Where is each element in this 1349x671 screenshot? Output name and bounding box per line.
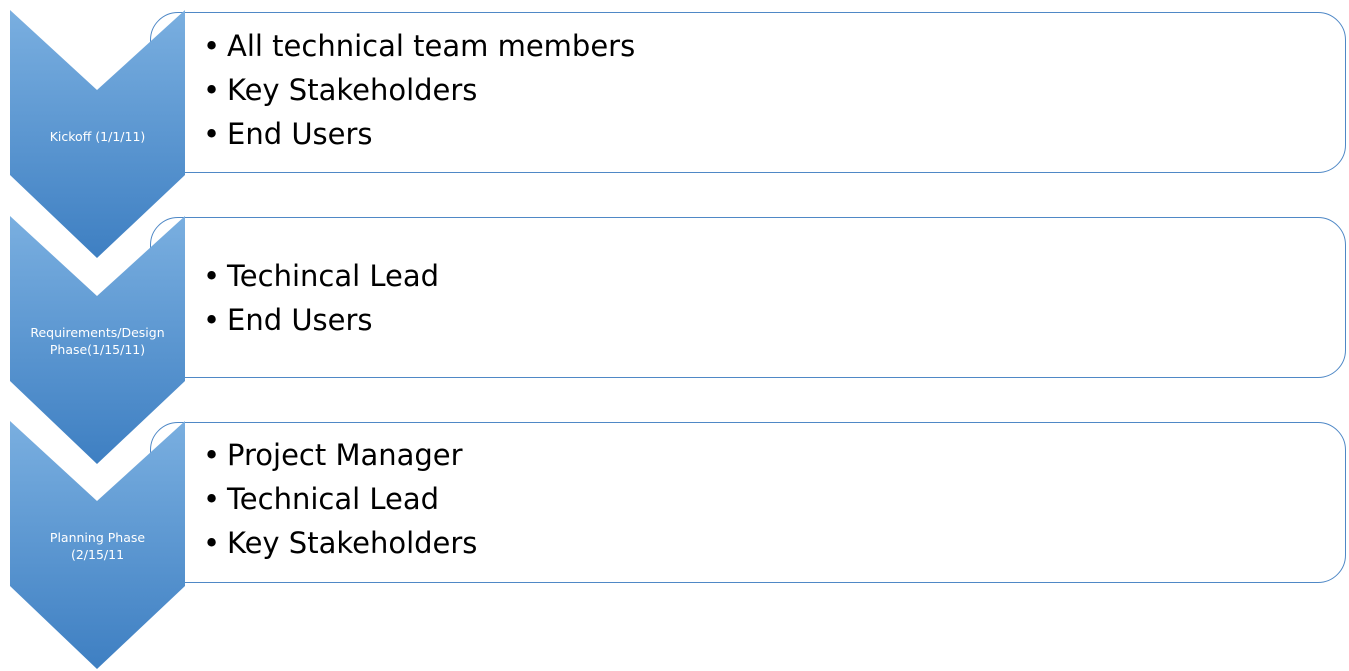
stage-2-item-list: • Techincal Lead • End Users [203,254,439,342]
item-text: Techincal Lead [227,259,440,293]
list-item: • Key Stakeholders [203,68,635,112]
bullet-icon: • [203,303,221,337]
bullet-icon: • [203,259,221,293]
item-text: Technical Lead [227,482,440,516]
stage-3-item-list: • Project Manager • Technical Lead • Key St… [203,433,477,565]
bullet-icon: • [203,438,221,472]
list-item: • Key Stakeholders [203,521,477,565]
stage-3-label: Planning Phase (2/15/11 [10,529,185,563]
list-item: • Project Manager [203,433,477,477]
bullet-icon: • [203,526,221,560]
stage-2-label-line: Phase(1/15/11) [49,342,146,357]
list-item: • End Users [203,298,439,342]
bullet-icon: • [203,73,221,107]
item-text: Key Stakeholders [227,526,478,560]
item-text: Key Stakeholders [227,73,478,107]
bullet-icon: • [203,117,221,151]
bullet-icon: • [203,482,221,516]
list-item: • Techincal Lead [203,254,439,298]
stage-2-label: Requirements/Design Phase(1/15/11) [10,324,185,358]
item-text: End Users [227,117,373,151]
item-text: Project Manager [227,438,463,472]
process-diagram: Kickoff (1/1/11) Requirements/Design Pha… [0,0,1349,669]
stage-3-label-line: (2/15/11 [70,547,125,562]
item-text: All technical team members [227,29,636,63]
stage-1-label: Kickoff (1/1/11) [10,128,185,145]
stage-1-item-list: • All technical team members • Key Stakeho… [203,24,635,156]
stage-3-label-line: Planning Phase [49,530,146,545]
stage-1-label-line: Kickoff (1/1/11) [49,129,146,144]
list-item: • End Users [203,112,635,156]
stage-2-label-line: Requirements/Design [30,325,165,340]
bullet-icon: • [203,29,221,63]
list-item: • Technical Lead [203,477,477,521]
item-text: End Users [227,303,373,337]
list-item: • All technical team members [203,24,635,68]
